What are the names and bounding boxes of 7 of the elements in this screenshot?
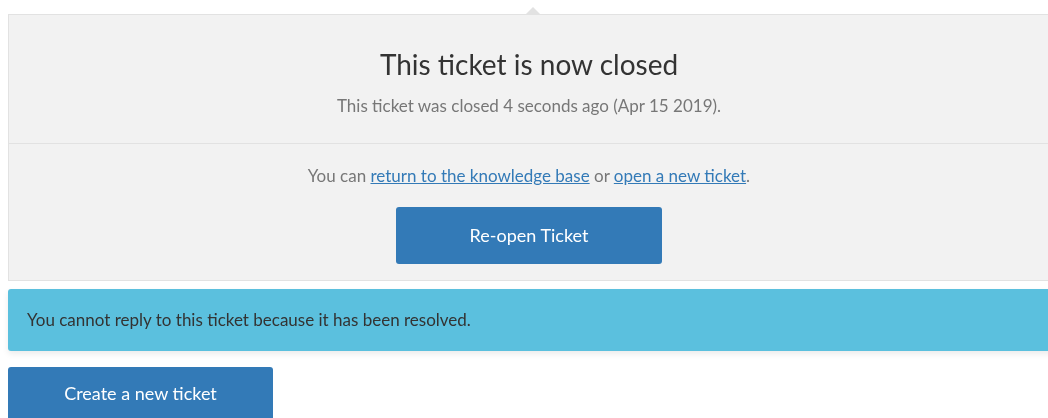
reopen-ticket-button[interactable]: Re-open Ticket [396, 207, 662, 264]
create-ticket-button[interactable]: Create a new ticket [8, 367, 273, 418]
alert-text: You cannot reply to this ticket because it has been resolved. [27, 308, 471, 333]
panel-title: This ticket is now closed [379, 46, 679, 82]
knowledge-base-link[interactable]: return to the knowledge base [370, 165, 590, 186]
options-sentence: You can return to the knowledge base or open a new ticket. [307, 165, 751, 187]
closed-time-text: This ticket was closed 4 seconds ago (Apr 15 2019). [336, 95, 722, 117]
